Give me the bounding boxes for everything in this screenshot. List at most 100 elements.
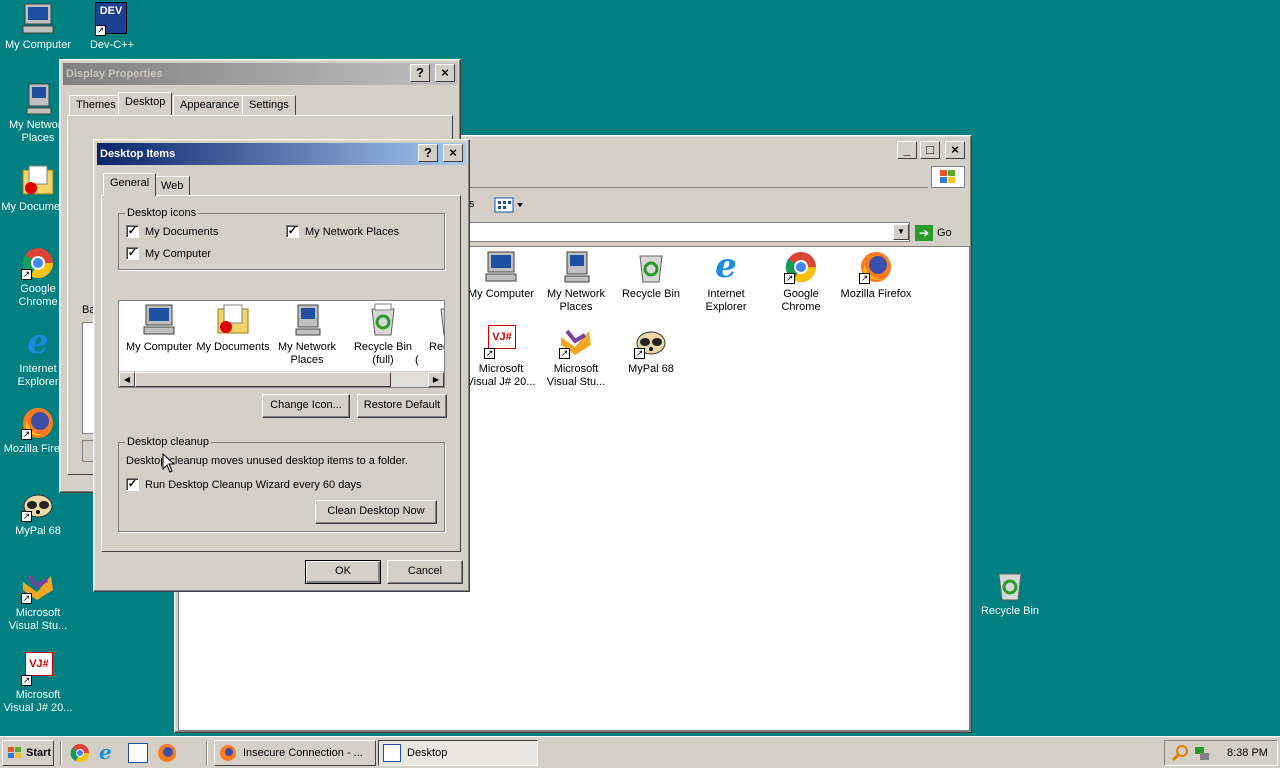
windows-logo-icon [7,746,23,760]
explorer-item-label: Google Chrome [781,288,821,313]
tab-desktop[interactable]: Desktop [118,92,173,115]
icon-preview-list[interactable]: My Computer My Documents My Network Plac… [118,300,445,388]
preview-item-my-documents[interactable]: My Documents [195,303,271,354]
desktop-icon-devcpp[interactable]: DEV ↗ Dev-C++ [74,2,150,52]
restore-default-button[interactable]: Restore Default [357,394,447,418]
preview-item-label: Rec ( [415,341,444,366]
views-button[interactable] [493,195,527,215]
button-label: Restore Default [363,399,441,411]
firefox-icon: ↗ [859,250,893,284]
help-button[interactable]: ? [418,144,438,162]
my-network-places-checkbox[interactable]: ✓ My Network Places [286,225,399,238]
explorer-item-visual-j[interactable]: VJ# ↗ Microsoft Visual J# 20... [463,325,539,389]
desktop-icon-my-computer[interactable]: My Computer [0,2,76,52]
preview-item-network-places[interactable]: My Network Places [269,303,345,367]
tab-appearance[interactable]: Appearance [173,95,247,115]
my-computer-icon [484,250,518,284]
close-button[interactable]: × [443,144,463,162]
window-title: Display Properties [66,68,163,80]
checkbox-label: My Computer [145,247,212,260]
desktop-icon-label: MyPal 68 [15,525,61,537]
quicklaunch-ie-icon[interactable]: e [99,741,119,763]
task-desktop[interactable]: Desktop [378,740,538,766]
desktop-icon-mypal[interactable]: ↗ MyPal 68 [0,488,76,538]
button-label: Clean Desktop Now [327,505,425,517]
tab-general[interactable]: General [103,173,157,196]
quicklaunch-firefox-icon[interactable] [157,743,177,763]
checkbox-label: My Network Places [305,225,400,238]
tab-settings[interactable]: Settings [242,95,296,115]
address-dropdown-button[interactable]: ▼ [893,224,909,240]
my-documents-checkbox[interactable]: ✓ My Documents [126,225,218,238]
scrollbar-thumb[interactable] [135,372,391,387]
visual-studio-icon: ↗ [559,325,593,359]
explorer-item-mypal[interactable]: ↗ MyPal 68 [613,325,689,376]
minimize-button[interactable]: _ [897,141,917,159]
explorer-item-network-places[interactable]: My Network Places [538,250,614,314]
explorer-item-visual-studio[interactable]: ↗ Microsoft Visual Stu... [538,325,614,389]
search-icon[interactable] [1171,744,1189,762]
cleanup-wizard-checkbox[interactable]: ✓ Run Desktop Cleanup Wizard every 60 day… [126,478,361,491]
explorer-item-label: My Network Places [546,288,606,313]
network-places-icon [21,82,55,116]
horizontal-scrollbar[interactable]: ◀ ▶ [119,371,444,387]
checkbox-label: Run Desktop Cleanup Wizard every 60 days [145,478,362,491]
desktop-icon-label: Internet Explorer [17,363,59,388]
change-icon-button[interactable]: Change Icon... [262,394,350,418]
mypal-icon: ↗ [21,488,55,522]
desktop-icon-recycle-bin[interactable]: Recycle Bin [972,568,1048,618]
tab-label: Themes [76,99,116,111]
mypal-icon: ↗ [634,325,668,359]
go-button[interactable]: ➔ Go [915,223,961,243]
desktop-icon-visual-studio[interactable]: ↗ Microsoft Visual Stu... [0,570,76,633]
display-properties-title-bar[interactable]: Display Properties [63,63,457,85]
explorer-item-label: Microsoft Visual J# 20... [466,363,536,388]
desktop-icon-label: Recycle Bin [980,605,1040,617]
scroll-right-icon[interactable]: ▶ [428,372,444,387]
preview-item-label: My Computer [125,341,193,353]
network-icon[interactable] [1193,744,1211,762]
preview-item-label: Recycle Bin (full) [353,341,413,366]
tab-label: Desktop [125,96,166,108]
ie-icon: e [715,246,737,286]
explorer-item-recycle-bin[interactable]: Recycle Bin [613,250,689,301]
close-button[interactable]: × [945,141,965,159]
visual-j-icon: VJ# ↗ [484,325,518,359]
system-tray: 8:38 PM [1164,740,1278,766]
tab-label: Settings [249,99,289,111]
explorer-item-chrome[interactable]: ↗ Google Chrome [763,250,839,314]
tab-label: General [110,177,150,189]
clock: 8:38 PM [1227,747,1268,759]
desktop-icon-label: Microsoft Visual J# 20... [3,689,73,714]
ok-button[interactable]: OK [305,560,381,584]
windows-logo-icon [931,166,965,188]
preview-item-my-computer[interactable]: My Computer [121,303,197,354]
clean-desktop-now-button[interactable]: Clean Desktop Now [315,500,437,524]
start-button[interactable]: Start [2,740,54,766]
tab-themes[interactable]: Themes [69,95,123,115]
explorer-item-label: MyPal 68 [628,363,674,375]
my-computer-checkbox[interactable]: ✓ My Computer [126,247,211,260]
preview-item-recycle-bin-full[interactable]: Recycle Bin (full) [345,303,421,367]
preview-item-label: My Documents [196,341,270,353]
close-button[interactable]: × [435,64,455,82]
desktop-icon-visual-j[interactable]: VJ# ↗ Microsoft Visual J# 20... [0,652,76,715]
desktop-icon-label: My Computer [4,39,72,51]
check-mark-icon: ✓ [286,225,299,238]
check-mark-icon: ✓ [126,478,139,491]
tab-web[interactable]: Web [154,176,191,196]
preview-item-recycle-bin-empty[interactable]: Rec ( [415,303,444,367]
explorer-item-my-computer[interactable]: My Computer [463,250,539,301]
cancel-button[interactable]: Cancel [387,560,463,584]
explorer-window-icon [383,744,401,762]
explorer-item-firefox[interactable]: ↗ Mozilla Firefox [838,250,914,301]
quicklaunch-chrome-icon[interactable] [70,743,90,763]
explorer-item-ie[interactable]: e Internet Explorer [688,246,764,314]
quicklaunch-desktop-icon[interactable] [128,743,148,763]
desktop-items-title-bar[interactable]: Desktop Items [97,143,466,165]
scroll-left-icon[interactable]: ◀ [119,372,135,387]
task-insecure-connection[interactable]: Insecure Connection - ... [214,740,376,766]
quick-launch-divider [60,741,62,765]
maximize-button[interactable]: □ [920,141,940,159]
help-button[interactable]: ? [410,64,430,82]
